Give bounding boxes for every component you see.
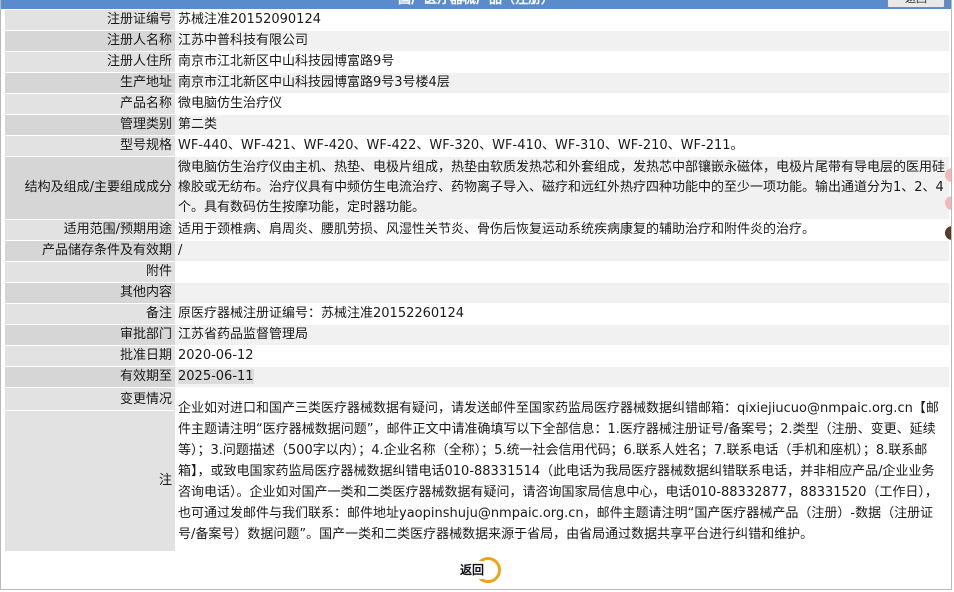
field-value [175, 262, 949, 282]
field-label: 结构及组成/主要组成成分 [5, 157, 175, 219]
table-row: 生产地址 南京市江北新区中山科技园博富路9号3号楼4层 [5, 73, 949, 93]
table-row: 注册人住所 南京市江北新区中山科技园博富路9号 [5, 52, 949, 72]
table-row: 其他内容 [5, 283, 949, 303]
field-value: 适用于颈椎病、肩周炎、腰肌劳损、风湿性关节炎、骨伤后恢复运动系统疾病康复的辅助治… [175, 220, 949, 240]
expiry-date-value: 2025-06-11 [178, 369, 254, 384]
field-label: 注册证编号 [5, 10, 175, 30]
table-row: 型号规格 WF-440、WF-421、WF-420、WF-422、WF-320、… [5, 136, 949, 156]
table-row: 备注 原医疗器械注册证编号：苏械注准20152260124 [5, 304, 949, 324]
field-label: 注册人名称 [5, 31, 175, 51]
field-label: 有效期至 [5, 367, 175, 387]
table-row: 产品储存条件及有效期 / [5, 241, 949, 261]
table-row: 批准日期 2020-06-12 [5, 346, 949, 366]
field-value: 微电脑仿生治疗仪 [175, 94, 949, 114]
field-label: 备注 [5, 304, 175, 324]
field-value: 原医疗器械注册证编号：苏械注准20152260124 [175, 304, 949, 324]
table-row: 注册人名称 江苏中普科技有限公司 [5, 31, 949, 51]
field-value: WF-440、WF-421、WF-420、WF-422、WF-320、WF-41… [175, 136, 949, 156]
field-label: 产品储存条件及有效期 [5, 241, 175, 261]
field-value: 第二类 [175, 115, 949, 135]
note-text: 企业如对进口和国产三类医疗器械数据有疑问，请发送邮件至国家药监局医疗器械数据纠错… [175, 388, 949, 551]
field-value: 2025-06-11 [175, 367, 949, 387]
top-back-button[interactable]: 返回 [887, 0, 945, 8]
table-row: 结构及组成/主要组成成分 微电脑仿生治疗仪由主机、热垫、电极片组成，热垫由软质发… [5, 157, 949, 219]
field-value: 2020-06-12 [175, 346, 949, 366]
field-value: 江苏中普科技有限公司 [175, 31, 949, 51]
field-label: 管理类别 [5, 115, 175, 135]
field-value: / [175, 241, 949, 261]
side-float-icon[interactable] [945, 196, 951, 210]
note-label: 注 [5, 411, 175, 551]
field-label: 批准日期 [5, 346, 175, 366]
side-float-icon[interactable] [945, 226, 951, 240]
back-button[interactable]: 返回 [457, 557, 501, 583]
field-value [175, 283, 949, 303]
field-label: 注册人住所 [5, 52, 175, 72]
field-label: 产品名称 [5, 94, 175, 114]
table-row: 有效期至 2025-06-11 [5, 367, 949, 387]
table-row: 审批部门 江苏省药品监督管理局 [5, 325, 949, 345]
field-label: 适用范围/预期用途 [5, 220, 175, 240]
table-row: 适用范围/预期用途 适用于颈椎病、肩周炎、腰肌劳损、风湿性关节炎、骨伤后恢复运动… [5, 220, 949, 240]
field-label: 型号规格 [5, 136, 175, 156]
table-row: 注册证编号 苏械注准20152090124 [5, 10, 949, 30]
field-label: 生产地址 [5, 73, 175, 93]
field-value: 南京市江北新区中山科技园博富路9号 [175, 52, 949, 72]
field-value: 南京市江北新区中山科技园博富路9号3号楼4层 [175, 73, 949, 93]
field-label: 附件 [5, 262, 175, 282]
field-label: 变更情况 [5, 388, 175, 410]
field-label: 审批部门 [5, 325, 175, 345]
field-label: 其他内容 [5, 283, 175, 303]
back-button-label: 返回 [459, 561, 486, 579]
detail-window: 国产医疗器械产品（注册） 返回 注册证编号 苏械注准20152090124 注册… [0, 0, 952, 590]
field-value: 江苏省药品监督管理局 [175, 325, 949, 345]
field-value: 微电脑仿生治疗仪由主机、热垫、电极片组成，热垫由软质发热芯和外套组成，发热芯中部… [175, 157, 949, 219]
table-row: 附件 [5, 262, 949, 282]
table-row: 变更情况 企业如对进口和国产三类医疗器械数据有疑问，请发送邮件至国家药监局医疗器… [5, 388, 949, 551]
side-float-icon[interactable] [945, 168, 951, 182]
page-title: 国产医疗器械产品（注册） [1, 0, 951, 9]
registration-detail-table: 注册证编号 苏械注准20152090124 注册人名称 江苏中普科技有限公司 注… [5, 9, 949, 552]
table-row: 产品名称 微电脑仿生治疗仪 [5, 94, 949, 114]
table-row: 管理类别 第二类 [5, 115, 949, 135]
field-value: 苏械注准20152090124 [175, 10, 949, 30]
